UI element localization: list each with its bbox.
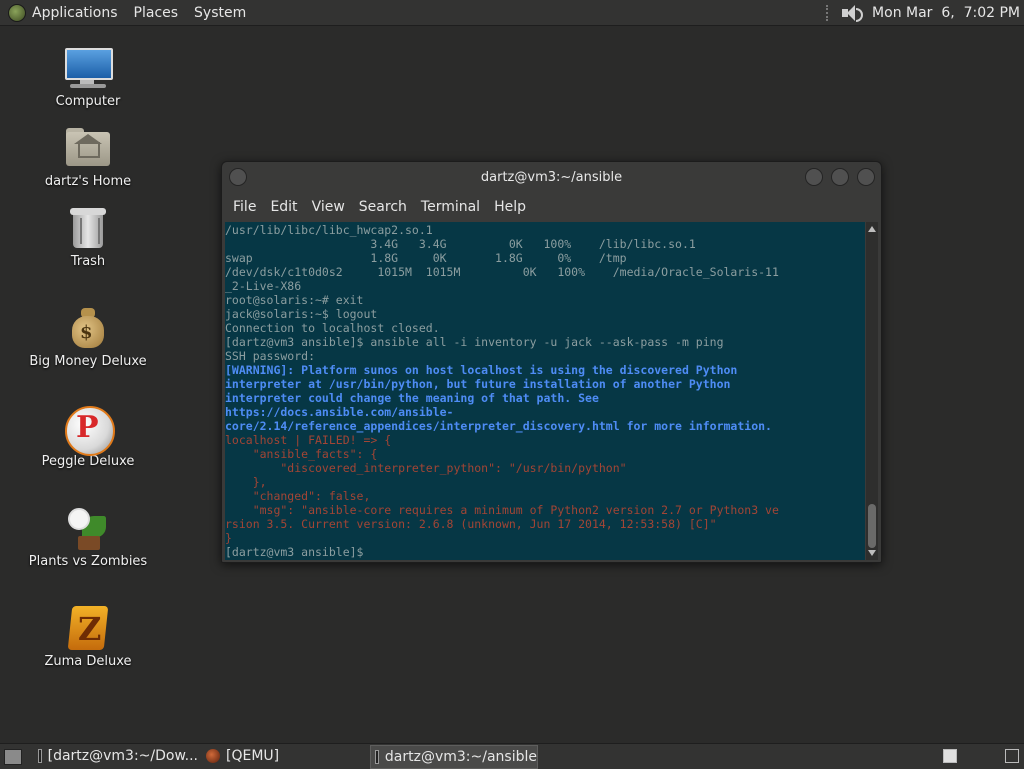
terminal-line: Connection to localhost closed. (225, 321, 440, 335)
desktop-icon-big-money[interactable]: $ Big Money Deluxe (28, 306, 148, 369)
terminal-line: "msg": "ansible-core requires a minimum … (225, 503, 779, 517)
terminal-line: SSH password: (225, 349, 316, 363)
maximize-icon[interactable] (831, 168, 849, 186)
peggle-icon: P (64, 406, 115, 456)
desktop-icon-pvz[interactable]: Plants vs Zombies (28, 506, 148, 569)
desktop-icon-home[interactable]: dartz's Home (28, 126, 148, 189)
terminal-output[interactable]: /usr/lib/libc/libc_hwcap2.so.1 3.4G 3.4G… (225, 222, 865, 560)
plants-vs-zombies-icon (64, 506, 112, 550)
zuma-icon: Z (64, 606, 112, 650)
terminal-line: "changed": false, (225, 489, 371, 503)
terminal-icon (38, 749, 42, 763)
terminal-line: [WARNING]: Platform sunos on host localh… (225, 363, 738, 377)
terminal-line: 3.4G 3.4G 0K 100% /lib/libc.so.1 (225, 237, 696, 251)
desktop-icon-label: Trash (70, 254, 106, 269)
minimize-icon[interactable] (805, 168, 823, 186)
desktop-icon-label: Big Money Deluxe (29, 354, 147, 369)
desktop-icon-peggle[interactable]: P Peggle Deluxe (28, 406, 148, 469)
terminal-line: /usr/lib/libc/libc_hwcap2.so.1 (225, 223, 433, 237)
terminal-line: jack@solaris:~$ logout (225, 307, 378, 321)
desktop-icon-label: dartz's Home (44, 174, 132, 189)
desktop-icon-label: Computer (55, 94, 121, 109)
taskbar-item-ansible[interactable]: dartz@vm3:~/ansible (370, 745, 538, 769)
menu-file[interactable]: File (233, 199, 256, 215)
show-desktop-icon[interactable] (4, 749, 22, 765)
volume-icon[interactable] (842, 4, 864, 22)
money-bag-icon: $ (64, 306, 112, 350)
menu-terminal[interactable]: Terminal (421, 199, 480, 215)
menu-search[interactable]: Search (359, 199, 407, 215)
desktop-icon-trash[interactable]: Trash (28, 206, 148, 269)
terminal-window: dartz@vm3:~/ansible File Edit View Searc… (221, 161, 882, 563)
top-panel: Applications Places System Mon Mar 6, 7:… (0, 0, 1024, 26)
computer-icon (64, 46, 113, 90)
terminal-line: localhost | FAILED! => { (225, 433, 392, 447)
terminal-line: /dev/dsk/c1t0d0s2 1015M 1015M 0K 100% /m… (225, 265, 779, 279)
system-menu[interactable]: System (194, 5, 246, 21)
terminal-line: root@solaris:~# exit (225, 293, 364, 307)
taskbar-item-label: dartz@vm3:~/ansible (384, 749, 537, 765)
desktop-icon-computer[interactable]: Computer (28, 46, 148, 109)
scroll-thumb[interactable] (868, 504, 876, 548)
menu-view[interactable]: View (312, 199, 345, 215)
menu-edit[interactable]: Edit (270, 199, 297, 215)
places-menu[interactable]: Places (134, 5, 179, 21)
desktop-icon-label: Plants vs Zombies (28, 554, 148, 569)
clock[interactable]: Mon Mar 6, 7:02 PM (872, 5, 1020, 21)
terminal-line: [dartz@vm3 ansible]$ ansible all -i inve… (225, 335, 724, 349)
terminal-scrollbar[interactable] (866, 222, 878, 560)
terminal-line: https://docs.ansible.com/ansible- (225, 405, 454, 419)
taskbar-item-label: [QEMU] (226, 748, 280, 764)
terminal-line: "discovered_interpreter_python": "/usr/b… (225, 461, 627, 475)
distro-logo-icon[interactable] (8, 3, 26, 22)
qemu-icon (206, 749, 220, 763)
scroll-down-icon[interactable] (868, 550, 876, 556)
taskbar-item-qemu[interactable]: [QEMU] (202, 745, 362, 767)
terminal-line: rsion 3.5. Current version: 2.6.8 (unkno… (225, 517, 717, 531)
titlebar[interactable]: dartz@vm3:~/ansible (222, 162, 881, 193)
workspace-1[interactable] (943, 749, 957, 763)
top-panel-tray: Mon Mar 6, 7:02 PM (826, 0, 1024, 25)
terminal-menubar: File Edit View Search Terminal Help (222, 193, 881, 221)
bottom-panel: [dartz@vm3:~/Dow... [QEMU] dartz@vm3:~/a… (0, 743, 1024, 769)
terminal-line: swap 1.8G 0K 1.8G 0% /tmp (225, 251, 627, 265)
panel-grip (826, 4, 832, 21)
close-icon[interactable] (857, 168, 875, 186)
desktop-icon-zuma[interactable]: Z Zuma Deluxe (28, 606, 148, 669)
desktop-icon-label: Peggle Deluxe (41, 454, 135, 469)
menu-help[interactable]: Help (494, 199, 526, 215)
terminal-line: interpreter at /usr/bin/python, but futu… (225, 377, 731, 391)
home-folder-icon (64, 126, 112, 170)
trash-icon (64, 206, 112, 250)
terminal-line: [dartz@vm3 ansible]$ (225, 545, 371, 559)
terminal-line: }, (225, 475, 267, 489)
terminal-line: } (225, 531, 232, 545)
terminal-line: _2-Live-X86 (225, 279, 302, 293)
taskbar-item-downloads[interactable]: [dartz@vm3:~/Dow... (34, 745, 198, 767)
applications-menu[interactable]: Applications (32, 5, 118, 21)
taskbar-item-label: [dartz@vm3:~/Dow... (47, 748, 198, 764)
terminal-line: interpreter could change the meaning of … (225, 391, 599, 405)
terminal-line: "ansible_facts": { (225, 447, 378, 461)
workspace-2[interactable] (1005, 749, 1019, 763)
scroll-up-icon[interactable] (868, 226, 876, 232)
window-title: dartz@vm3:~/ansible (480, 170, 623, 185)
desktop-icon-label: Zuma Deluxe (44, 654, 132, 669)
terminal-icon (375, 750, 379, 764)
terminal-line: core/2.14/reference_appendices/interpret… (225, 419, 772, 433)
